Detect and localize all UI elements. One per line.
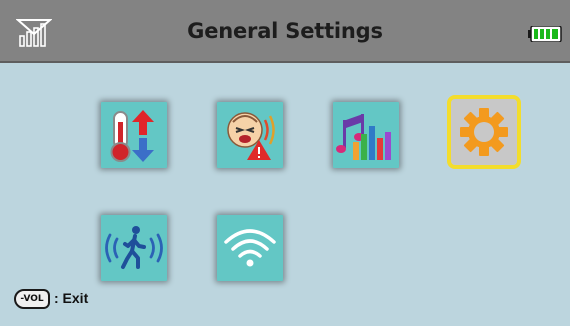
temperature-icon [110, 110, 154, 162]
settings-tile[interactable] [447, 95, 521, 169]
temperature-tile[interactable] [101, 102, 167, 168]
settings-gear-icon [460, 108, 508, 156]
header-bar: General Settings [0, 0, 570, 63]
cry-alert-icon [227, 112, 275, 160]
music-icon [336, 114, 391, 160]
motion-detection-icon [105, 226, 163, 269]
battery-full-icon [528, 26, 562, 42]
wifi-icon [224, 229, 276, 267]
exit-label: : Exit [54, 290, 89, 306]
camera-monitor-screen: General Settings -VOL: Exit [0, 0, 570, 326]
motion-detection-tile[interactable] [101, 215, 167, 281]
music-tile[interactable] [333, 102, 399, 168]
wifi-tile[interactable] [217, 215, 283, 281]
page-title: General Settings [187, 19, 383, 43]
cry-alert-tile[interactable] [217, 102, 283, 168]
vol-minus-key-icon: -VOL [14, 289, 50, 309]
